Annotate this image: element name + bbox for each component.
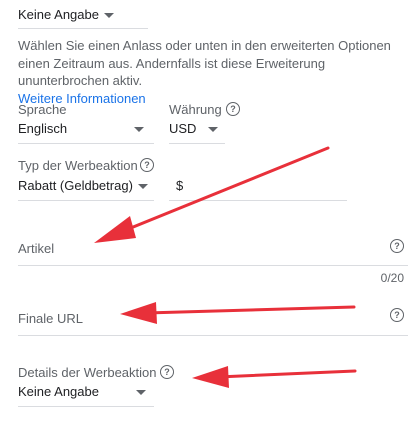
currency-select-value: USD — [169, 121, 197, 136]
promo-type-label: Typ der Werbeaktion — [18, 158, 138, 173]
item-placeholder: Artikel — [18, 241, 55, 256]
final-url-field[interactable]: Finale URL — [18, 308, 408, 334]
occasion-select-value: Keine Angabe — [18, 7, 99, 22]
promo-type-select[interactable]: Rabatt (Geldbetrag) — [18, 176, 154, 198]
help-text: Wählen Sie einen Anlass oder unten in de… — [18, 37, 396, 107]
help-icon[interactable]: ? — [140, 158, 154, 172]
help-text-body: Wählen Sie einen Anlass oder unten in de… — [18, 38, 391, 88]
final-url-underline — [18, 335, 408, 336]
chevron-down-icon — [136, 390, 146, 395]
promo-details-select[interactable]: Keine Angabe — [18, 382, 154, 404]
chevron-down-icon — [134, 127, 144, 132]
item-char-counter: 0/20 — [380, 271, 404, 285]
language-label: Sprache — [18, 102, 67, 117]
arrow-to-promo-details — [192, 366, 357, 388]
chevron-down-icon — [208, 127, 218, 132]
help-icon[interactable]: ? — [390, 308, 404, 322]
currency-select[interactable]: USD — [169, 119, 225, 141]
promo-details-label: Details der Werbeaktion — [18, 365, 157, 380]
promo-type-select-value: Rabatt (Geldbetrag) — [18, 178, 133, 193]
currency-symbol: $ — [176, 178, 184, 193]
language-select-value: Englisch — [18, 121, 68, 136]
currency-select-underline — [169, 143, 225, 144]
discount-amount-underline — [169, 200, 347, 201]
occasion-select[interactable]: Keine Angabe — [18, 6, 148, 28]
promo-details-select-value: Keine Angabe — [18, 384, 99, 399]
chevron-down-icon — [138, 184, 148, 189]
promo-details-underline — [18, 406, 154, 407]
occasion-select-underline — [18, 28, 148, 29]
discount-amount-field[interactable]: $ — [169, 176, 347, 198]
help-icon[interactable]: ? — [160, 365, 174, 379]
item-field[interactable]: Artikel — [18, 238, 408, 264]
promo-type-select-underline — [18, 200, 154, 201]
item-field-underline — [18, 265, 408, 266]
final-url-placeholder: Finale URL — [18, 311, 84, 326]
currency-label: Währung — [169, 102, 222, 117]
help-icon[interactable]: ? — [390, 239, 404, 253]
help-icon[interactable]: ? — [226, 102, 240, 116]
chevron-down-icon — [104, 13, 114, 18]
language-select[interactable]: Englisch — [18, 119, 154, 141]
language-select-underline — [18, 143, 154, 144]
